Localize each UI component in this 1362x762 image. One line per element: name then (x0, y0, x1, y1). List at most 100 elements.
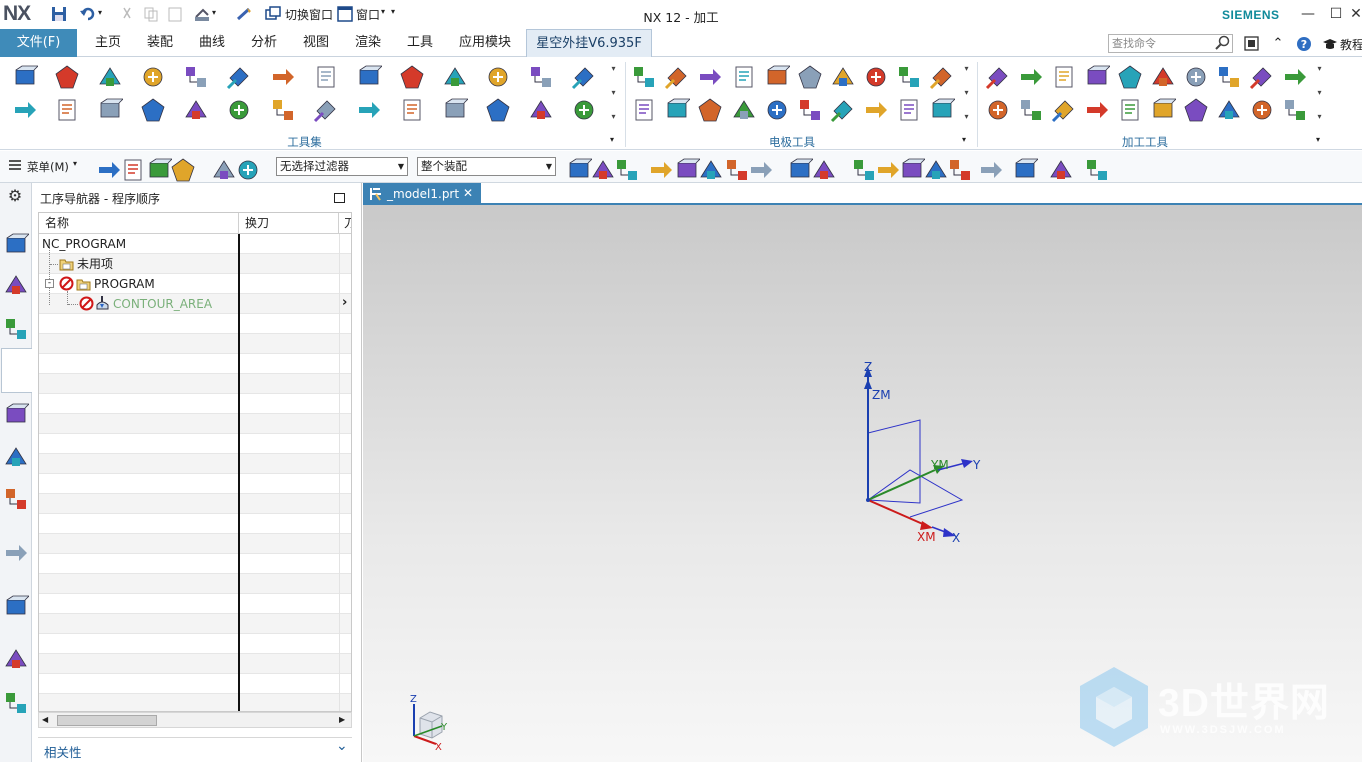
snap-tool-icon[interactable] (698, 157, 722, 179)
snap-tool-icon[interactable] (787, 157, 814, 178)
toolset-command-icon[interactable] (399, 64, 425, 90)
snap-tool-icon[interactable] (590, 157, 614, 179)
machining-command-icon[interactable] (1249, 64, 1275, 90)
tab-tools[interactable]: 工具 (397, 29, 443, 57)
machining-command-icon[interactable] (985, 97, 1011, 123)
toolset-command-icon[interactable] (571, 64, 597, 90)
toolset-command-icon[interactable] (270, 97, 296, 123)
scroll-left-icon[interactable]: ◀ (42, 715, 48, 724)
selection-tool-icon[interactable] (120, 157, 142, 181)
minimize-icon[interactable]: — (1298, 4, 1318, 24)
machining-command-icon[interactable] (1216, 64, 1242, 90)
ribbon-more-icon[interactable]: ▾ (1315, 112, 1324, 122)
menu-button[interactable]: 菜单(M) (27, 159, 69, 175)
electrode-command-icon[interactable] (697, 97, 723, 123)
toolset-command-icon[interactable] (54, 97, 80, 123)
maximize-icon[interactable]: ☐ (1326, 4, 1346, 24)
horizontal-scrollbar[interactable]: ◀ ▶ (38, 712, 352, 728)
ribbon-more-icon[interactable]: ▾ (609, 112, 618, 122)
tab-assembly[interactable]: 装配 (137, 29, 183, 57)
toolset-command-icon[interactable] (442, 64, 468, 90)
toolset-command-icon[interactable] (485, 97, 511, 123)
ribbon-scroll-up-icon[interactable]: ▾ (962, 64, 971, 74)
table-row[interactable] (39, 414, 351, 434)
table-row[interactable] (39, 494, 351, 514)
toolset-command-icon[interactable] (270, 64, 296, 90)
tree-node-contour-area[interactable]: CONTOUR_AREA (113, 294, 212, 314)
snap-tool-icon[interactable] (899, 157, 926, 178)
menu-dropdown-icon[interactable]: ▾ (73, 159, 77, 168)
tab-xingkong-plugin[interactable]: 星空外挂V6.935F (526, 29, 652, 57)
electrode-command-icon[interactable] (896, 97, 922, 123)
machining-command-icon[interactable] (1150, 64, 1176, 90)
selection-tool-icon[interactable] (146, 157, 173, 178)
toolset-command-icon[interactable] (183, 97, 209, 123)
machining-command-icon[interactable] (1117, 97, 1143, 123)
toolset-command-icon[interactable] (528, 64, 554, 90)
window-menu-icon[interactable] (336, 5, 354, 23)
group-menu-machining-icon[interactable]: ▾ (1316, 135, 1320, 144)
table-row[interactable] (39, 574, 351, 594)
electrode-command-icon[interactable] (797, 97, 823, 123)
machining-command-icon[interactable] (1150, 97, 1177, 123)
touch-mode-icon[interactable] (235, 5, 253, 23)
copy-icon[interactable] (142, 5, 160, 23)
machining-command-icon[interactable] (1249, 97, 1275, 123)
selection-filter-select[interactable]: 无选择过滤器 ▼ (276, 157, 408, 176)
snap-tool-icon[interactable] (614, 157, 637, 180)
machining-command-icon[interactable] (1018, 97, 1044, 123)
electrode-command-icon[interactable] (830, 64, 856, 90)
snap-tool-icon[interactable] (1012, 157, 1039, 178)
toolset-command-icon[interactable] (356, 97, 382, 123)
electrode-command-icon[interactable] (764, 97, 790, 123)
table-row[interactable] (39, 694, 351, 711)
resource-navigator-icon[interactable] (3, 316, 29, 342)
assembly-scope-select[interactable]: 整个装配 ▼ (417, 157, 556, 176)
electrode-command-icon[interactable] (731, 97, 757, 123)
toolset-command-icon[interactable] (97, 97, 124, 123)
column-header-name[interactable]: 名称 (39, 213, 239, 234)
search-icon[interactable] (1215, 35, 1231, 51)
collapse-ribbon-icon[interactable]: ⌃ (1270, 36, 1286, 52)
switch-window-button[interactable]: 切换窗口 (285, 6, 333, 23)
ribbon-more-icon[interactable]: ▾ (962, 112, 971, 122)
table-row[interactable] (39, 674, 351, 694)
table-row[interactable] (39, 354, 351, 374)
toolset-command-icon[interactable] (97, 64, 123, 90)
save-icon[interactable] (50, 5, 68, 23)
table-row[interactable] (39, 374, 351, 394)
group-menu-electrode-icon[interactable]: ▾ (962, 135, 966, 144)
machining-command-icon[interactable] (1117, 64, 1143, 90)
ribbon-scroll-down-icon[interactable]: ▾ (1315, 88, 1324, 98)
toolset-command-icon[interactable] (140, 97, 166, 123)
resource-navigator-icon[interactable] (3, 594, 30, 620)
snap-tool-icon[interactable] (978, 157, 1002, 178)
repeat-command-icon[interactable] (193, 5, 211, 23)
tab-analysis[interactable]: 分析 (241, 29, 287, 57)
table-row[interactable] (39, 334, 351, 354)
table-row[interactable] (39, 314, 351, 334)
tab-view[interactable]: 视图 (293, 29, 339, 57)
table-row[interactable] (39, 394, 351, 414)
help-icon[interactable]: ? (1296, 36, 1312, 52)
snap-tool-icon[interactable] (1048, 157, 1072, 179)
table-row[interactable] (39, 614, 351, 634)
electrode-command-icon[interactable] (664, 97, 691, 123)
snap-tool-icon[interactable] (923, 157, 947, 179)
machining-command-icon[interactable] (1216, 97, 1242, 123)
tutorial-label[interactable]: 教程 (1340, 36, 1362, 53)
table-row[interactable] (39, 434, 351, 454)
snap-tool-icon[interactable] (875, 157, 899, 178)
dependency-panel-title[interactable]: 相关性 (44, 742, 82, 761)
electrode-command-icon[interactable] (896, 64, 922, 90)
snap-tool-icon[interactable] (748, 157, 772, 178)
toolset-command-icon[interactable] (226, 97, 252, 123)
selection-tool-icon[interactable] (235, 157, 258, 180)
close-icon[interactable]: ✕ (1350, 4, 1362, 24)
toolset-command-icon[interactable] (54, 64, 80, 90)
table-row[interactable] (39, 514, 351, 534)
snap-tool-icon[interactable] (947, 157, 970, 180)
selection-tool-icon[interactable] (96, 157, 120, 178)
table-row[interactable] (39, 594, 351, 614)
resource-settings-icon[interactable]: ⚙ (6, 187, 24, 205)
